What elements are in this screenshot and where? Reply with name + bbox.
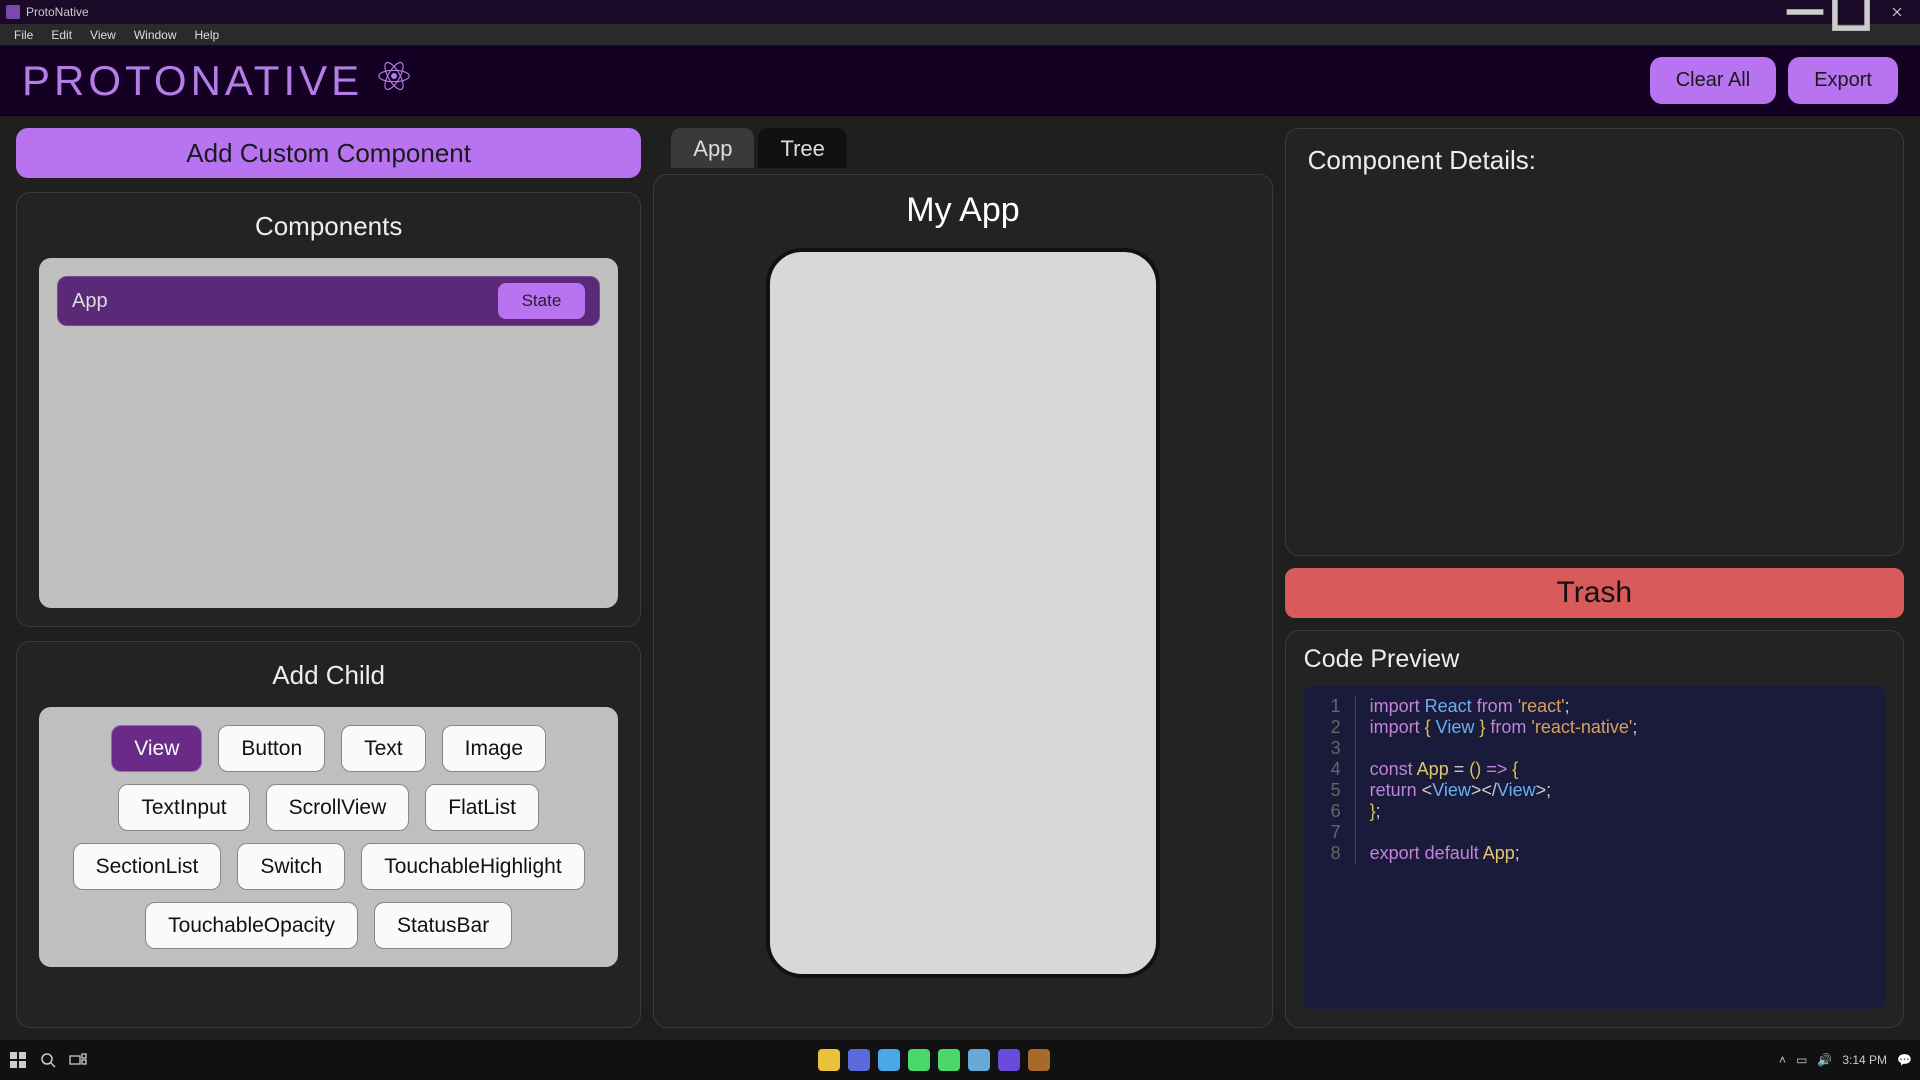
- app-icon: [6, 5, 20, 19]
- chip-textinput[interactable]: TextInput: [118, 784, 249, 831]
- tab-app[interactable]: App: [671, 128, 754, 168]
- chip-statusbar[interactable]: StatusBar: [374, 902, 512, 949]
- taskbar-app[interactable]: [968, 1049, 990, 1071]
- taskbar-app[interactable]: [998, 1049, 1020, 1071]
- code-preview-title: Code Preview: [1304, 645, 1885, 674]
- tray-network-icon[interactable]: ▭: [1796, 1053, 1807, 1067]
- canvas-tabs: App Tree: [653, 128, 1272, 168]
- chip-button[interactable]: Button: [218, 725, 325, 772]
- menu-window[interactable]: Window: [126, 26, 185, 44]
- child-chips: View Button Text Image TextInput ScrollV…: [39, 707, 618, 967]
- components-list: App State: [39, 258, 618, 608]
- component-details-panel: Component Details:: [1285, 128, 1904, 556]
- add-child-title: Add Child: [39, 660, 618, 691]
- taskbar-app[interactable]: [938, 1049, 960, 1071]
- trash-dropzone[interactable]: Trash: [1285, 568, 1904, 618]
- taskbar-apps: [88, 1049, 1779, 1071]
- menu-edit[interactable]: Edit: [43, 26, 80, 44]
- chip-flatlist[interactable]: FlatList: [425, 784, 539, 831]
- menu-view[interactable]: View: [82, 26, 124, 44]
- window-title: ProtoNative: [26, 5, 1782, 19]
- code-editor: 1import React from 'react';2import { Vie…: [1304, 686, 1885, 1009]
- minimize-button[interactable]: [1782, 0, 1828, 24]
- atom-icon: [375, 57, 413, 105]
- tab-tree[interactable]: Tree: [758, 128, 846, 168]
- add-custom-component-button[interactable]: Add Custom Component: [16, 128, 641, 178]
- canvas-panel: My App: [653, 174, 1272, 1028]
- taskbar: ˄ ▭ 🔊 3:14 PM 💬: [0, 1040, 1920, 1080]
- component-item-label: App: [72, 290, 108, 313]
- start-button[interactable]: [8, 1050, 28, 1070]
- tray-volume-icon[interactable]: 🔊: [1817, 1053, 1832, 1067]
- tray-clock[interactable]: 3:14 PM: [1842, 1053, 1887, 1067]
- taskbar-app[interactable]: [818, 1049, 840, 1071]
- chip-touchableopacity[interactable]: TouchableOpacity: [145, 902, 358, 949]
- phone-preview[interactable]: [766, 248, 1160, 978]
- taskbar-app[interactable]: [1028, 1049, 1050, 1071]
- search-icon[interactable]: [38, 1050, 58, 1070]
- chip-view[interactable]: View: [111, 725, 202, 772]
- chip-image[interactable]: Image: [442, 725, 546, 772]
- code-preview-panel: Code Preview 1import React from 'react';…: [1285, 630, 1904, 1028]
- brandbar: PROTONATIVE Clear All Export: [0, 46, 1920, 116]
- brand-name: PROTONATIVE: [22, 57, 363, 105]
- tray-chevron-icon[interactable]: ˄: [1779, 1053, 1786, 1067]
- state-button[interactable]: State: [498, 283, 586, 319]
- task-view-icon[interactable]: [68, 1050, 88, 1070]
- clear-all-button[interactable]: Clear All: [1650, 57, 1776, 104]
- canvas-title: My App: [906, 191, 1019, 230]
- chip-touchablehighlight[interactable]: TouchableHighlight: [361, 843, 584, 890]
- workspace: Add Custom Component Components App Stat…: [0, 116, 1920, 1040]
- component-details-title: Component Details:: [1308, 145, 1881, 176]
- chip-scrollview[interactable]: ScrollView: [266, 784, 410, 831]
- chip-switch[interactable]: Switch: [237, 843, 345, 890]
- menu-help[interactable]: Help: [187, 26, 228, 44]
- export-button[interactable]: Export: [1788, 57, 1898, 104]
- brand-logo: PROTONATIVE: [22, 57, 413, 105]
- titlebar: ProtoNative: [0, 0, 1920, 24]
- menubar: File Edit View Window Help: [0, 24, 1920, 46]
- components-panel: Components App State: [16, 192, 641, 627]
- tray-notifications-icon[interactable]: 💬: [1897, 1053, 1912, 1067]
- taskbar-app[interactable]: [908, 1049, 930, 1071]
- components-title: Components: [39, 211, 618, 242]
- add-child-panel: Add Child View Button Text Image TextInp…: [16, 641, 641, 1028]
- maximize-button[interactable]: [1828, 0, 1874, 24]
- component-item-app[interactable]: App State: [57, 276, 600, 326]
- chip-text[interactable]: Text: [341, 725, 426, 772]
- taskbar-app[interactable]: [848, 1049, 870, 1071]
- chip-sectionlist[interactable]: SectionList: [73, 843, 222, 890]
- close-button[interactable]: [1874, 0, 1920, 24]
- taskbar-app[interactable]: [878, 1049, 900, 1071]
- menu-file[interactable]: File: [6, 26, 41, 44]
